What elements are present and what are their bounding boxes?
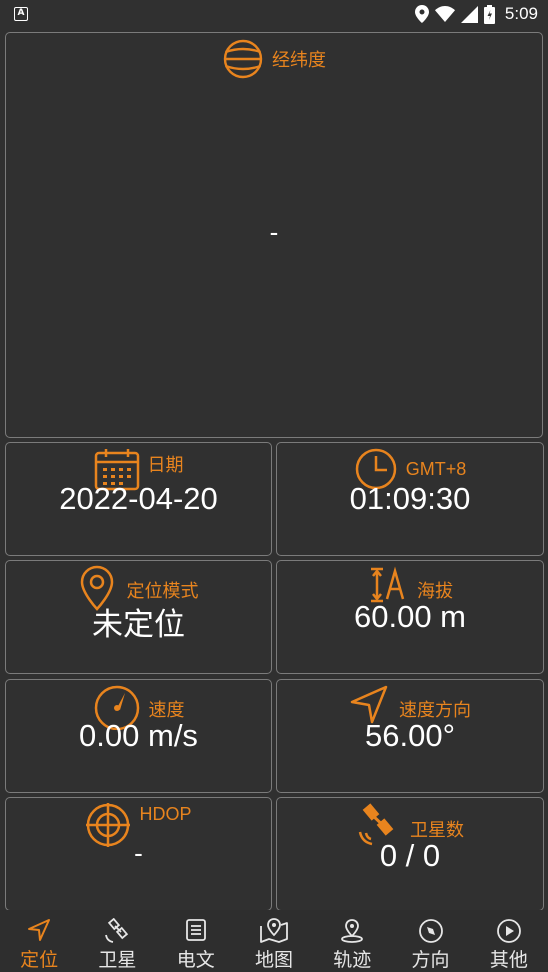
battery-icon bbox=[483, 4, 495, 24]
nav-item-satellite[interactable]: 卫星 bbox=[78, 910, 156, 972]
latlon-value: - bbox=[269, 217, 279, 247]
nav-label-map: 地图 bbox=[254, 949, 293, 971]
nav-label-other: 其他 bbox=[489, 949, 528, 971]
latlon-card: 经纬度 - bbox=[5, 32, 543, 438]
speed-card: 速度 0.00 m/s bbox=[5, 679, 272, 793]
hdop-card: HDOP - bbox=[5, 797, 272, 911]
clock: 5:09 bbox=[504, 4, 538, 23]
time-card: GMT+8 01:09:30 bbox=[276, 442, 544, 556]
satellites-card: 卫星数 0 / 0 bbox=[276, 797, 544, 911]
heading-value: 56.00° bbox=[365, 718, 455, 753]
nav-label-track: 轨迹 bbox=[333, 949, 372, 971]
satellites-value: 0 / 0 bbox=[379, 838, 441, 873]
altitude-value: 60.00 m bbox=[353, 599, 466, 634]
nav-label-satellite: 卫星 bbox=[98, 949, 137, 971]
timezone-label: GMT+8 bbox=[405, 459, 467, 479]
globe-icon bbox=[223, 39, 263, 79]
satellite-icon bbox=[105, 918, 129, 943]
nav-item-messages[interactable]: 电文 bbox=[157, 910, 235, 972]
nav-item-other[interactable]: 其他 bbox=[470, 910, 548, 972]
status-bar: A 5:09 bbox=[0, 0, 548, 28]
location-icon bbox=[414, 5, 429, 23]
date-card: 日期 2022-04-20 bbox=[5, 442, 272, 556]
time-value: 01:09:30 bbox=[349, 481, 471, 516]
hdop-label: HDOP bbox=[139, 804, 192, 824]
date-value: 2022-04-20 bbox=[59, 481, 218, 516]
track-pin-icon bbox=[341, 919, 364, 943]
bottom-navigation: 定位 卫星 电文 地图 轨迹 方向 其他 bbox=[0, 910, 548, 972]
date-label: 日期 bbox=[147, 455, 184, 476]
play-circle-icon bbox=[496, 919, 521, 943]
navigation-arrow-icon bbox=[28, 919, 51, 941]
cell-signal-icon bbox=[460, 5, 478, 23]
latlon-label: 经纬度 bbox=[272, 50, 326, 71]
nav-item-map[interactable]: 地图 bbox=[235, 910, 313, 972]
fix-mode-value: 未定位 bbox=[92, 607, 185, 642]
altitude-card: 海拔 60.00 m bbox=[276, 560, 544, 674]
nav-item-track[interactable]: 轨迹 bbox=[313, 910, 391, 972]
nav-label-messages: 电文 bbox=[176, 949, 215, 971]
compass-icon bbox=[418, 919, 443, 943]
speed-value: 0.00 m/s bbox=[79, 718, 198, 753]
document-icon bbox=[185, 919, 206, 941]
app-notification-icon: A bbox=[14, 7, 28, 21]
nav-item-direction[interactable]: 方向 bbox=[391, 910, 469, 972]
heading-card: 速度方向 56.00° bbox=[276, 679, 544, 793]
map-icon bbox=[260, 918, 288, 943]
nav-label-position: 定位 bbox=[20, 949, 59, 971]
wifi-icon bbox=[434, 6, 455, 22]
nav-label-direction: 方向 bbox=[411, 949, 450, 971]
fix-mode-card: 定位模式 未定位 bbox=[5, 560, 272, 674]
hdop-value: - bbox=[134, 838, 143, 868]
nav-item-position[interactable]: 定位 bbox=[0, 910, 78, 972]
